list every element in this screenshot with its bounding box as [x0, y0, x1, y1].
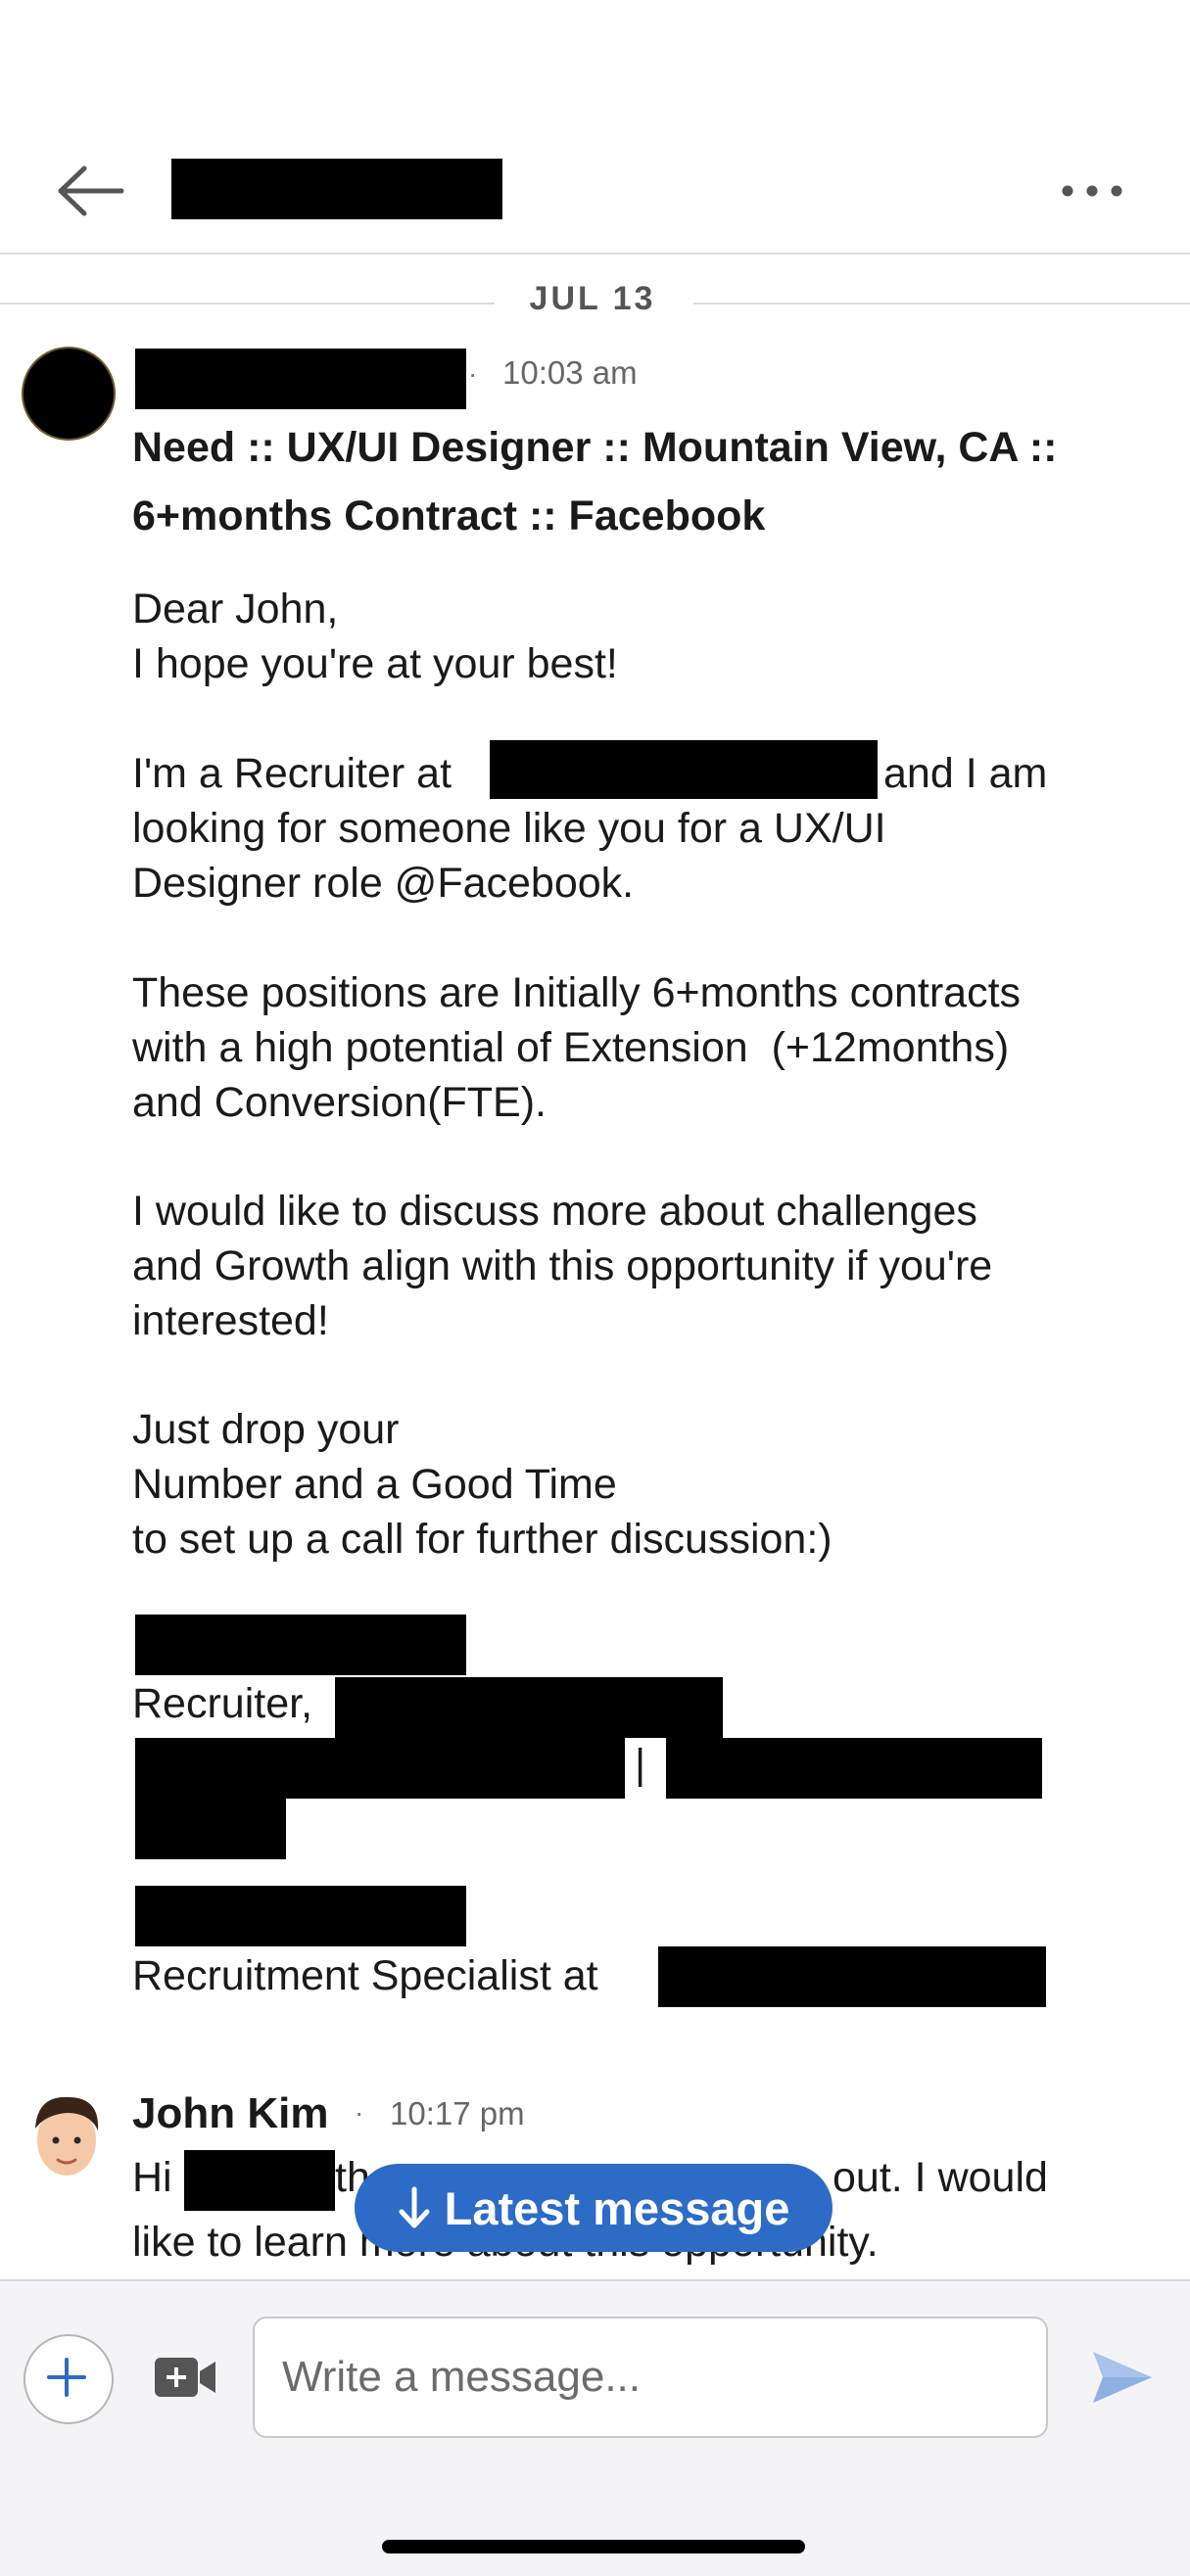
send-button[interactable] [1089, 2346, 1156, 2409]
redacted-signature-contact [135, 1738, 625, 1799]
conversation-header [0, 0, 1190, 255]
latest-message-label: Latest message [444, 2181, 790, 2234]
message-paragraph: These positions are Initially 6+months c… [132, 969, 1022, 1126]
date-label: JUL 13 [529, 280, 656, 317]
redacted-contact-name [171, 159, 502, 219]
message-text: I hope you're at your best! [132, 640, 618, 687]
video-camera-icon [155, 2358, 215, 2397]
sender-avatar[interactable] [25, 2089, 108, 2183]
signature-separator: | [635, 1741, 646, 1788]
arrow-left-icon [58, 165, 124, 216]
redacted-recipient-name [184, 2150, 335, 2211]
add-attachment-button[interactable] [24, 2334, 114, 2424]
sender-name[interactable]: John Kim [132, 2089, 328, 2138]
video-call-button[interactable] [153, 2352, 217, 2403]
redacted-signature-company [335, 1677, 723, 1738]
message-text: looking for someone like you for a UX/UI [132, 805, 886, 852]
redacted-sender-name [135, 349, 466, 409]
redacted-signature-name-2 [135, 1886, 466, 1946]
signature-role: Recruitment Specialist at [132, 1952, 598, 1999]
arrow-down-icon [399, 2186, 430, 2228]
latest-message-button[interactable]: Latest message [355, 2164, 833, 2252]
message-timestamp: 10:03 am [502, 354, 638, 391]
back-button[interactable] [49, 157, 137, 225]
date-divider: JUL 13 [0, 274, 1190, 323]
message-composer [0, 2279, 1190, 2576]
redacted-signature-extra [135, 1799, 286, 1859]
send-icon [1093, 2352, 1152, 2403]
divider-line-right [693, 303, 1190, 304]
message-timestamp: 10:17 pm [390, 2095, 525, 2131]
message-text: and I am [883, 750, 1048, 797]
redacted-company-name [490, 740, 878, 799]
message-text: Designer role @Facebook. [132, 860, 635, 907]
avatar-illustration-icon [35, 2096, 99, 2176]
message-text: I'm a Recruiter at [132, 750, 452, 797]
more-options-button[interactable] [1058, 166, 1126, 215]
message-text: out. I would [833, 2154, 1048, 2201]
sender-avatar[interactable] [22, 347, 116, 441]
meta-separator: · [468, 358, 478, 389]
message-text: Hi [132, 2154, 172, 2201]
message-subject-line-1: Need :: UX/UI Designer :: Mountain View,… [132, 424, 1058, 471]
more-horizontal-icon [1062, 185, 1122, 197]
message-input[interactable] [253, 2317, 1048, 2438]
home-indicator [382, 2540, 805, 2553]
redacted-signature-company-2 [658, 1946, 1046, 2007]
divider-line-left [0, 303, 495, 304]
signature-title: Recruiter, [132, 1680, 313, 1727]
message-greeting: Dear John, [132, 585, 339, 632]
plus-icon [47, 2358, 86, 2397]
redacted-signature-name [135, 1615, 466, 1675]
redacted-signature-link [666, 1738, 1042, 1799]
meta-separator: · [355, 2097, 364, 2128]
message-paragraph: I would like to discuss more about chall… [132, 1188, 993, 1344]
message-paragraph: Just drop your Number and a Good Time to… [132, 1406, 833, 1563]
message-subject-line-2: 6+months Contract :: Facebook [132, 492, 766, 539]
